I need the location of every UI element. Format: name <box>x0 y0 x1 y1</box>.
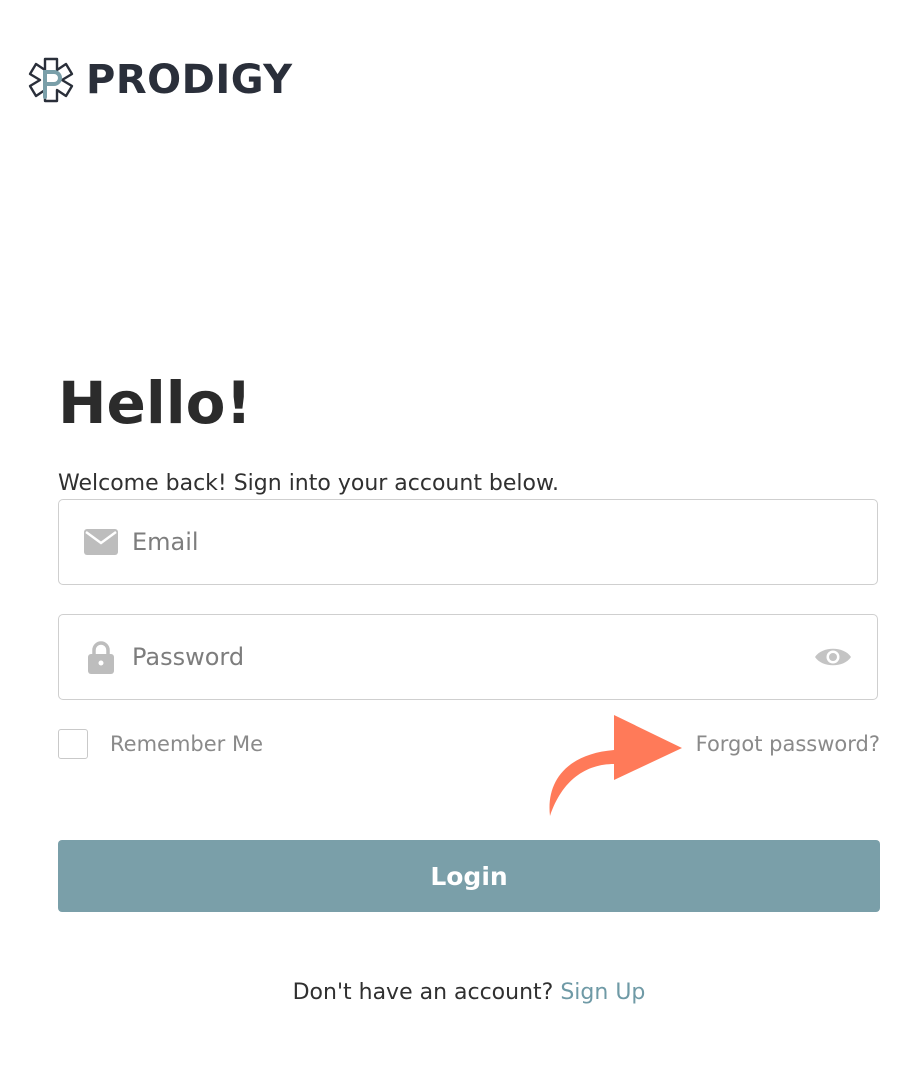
page-subtitle: Welcome back! Sign into your account bel… <box>58 471 559 496</box>
email-field[interactable] <box>58 499 878 585</box>
brand-logo: PRODIGY <box>26 56 293 104</box>
prodigy-logo-icon <box>28 57 74 103</box>
password-input[interactable] <box>132 637 813 677</box>
remember-me[interactable]: Remember Me <box>58 729 263 759</box>
forgot-password-link[interactable]: Forgot password? <box>696 732 880 756</box>
brand-name: PRODIGY <box>86 57 293 103</box>
signup-prompt-text: Don't have an account? <box>292 980 554 1005</box>
mail-icon <box>84 525 118 559</box>
signup-prompt: Don't have an account? Sign Up <box>0 980 900 1005</box>
password-field[interactable] <box>58 614 878 700</box>
eye-icon[interactable] <box>813 642 853 672</box>
lock-icon <box>84 640 118 674</box>
remember-me-checkbox[interactable] <box>58 729 88 759</box>
login-button[interactable]: Login <box>58 840 880 912</box>
curved-arrow-icon <box>549 715 682 816</box>
signup-link[interactable]: Sign Up <box>560 980 645 1005</box>
email-input[interactable] <box>132 522 877 562</box>
page-title: Hello! <box>58 369 252 437</box>
remember-me-label: Remember Me <box>110 732 263 756</box>
